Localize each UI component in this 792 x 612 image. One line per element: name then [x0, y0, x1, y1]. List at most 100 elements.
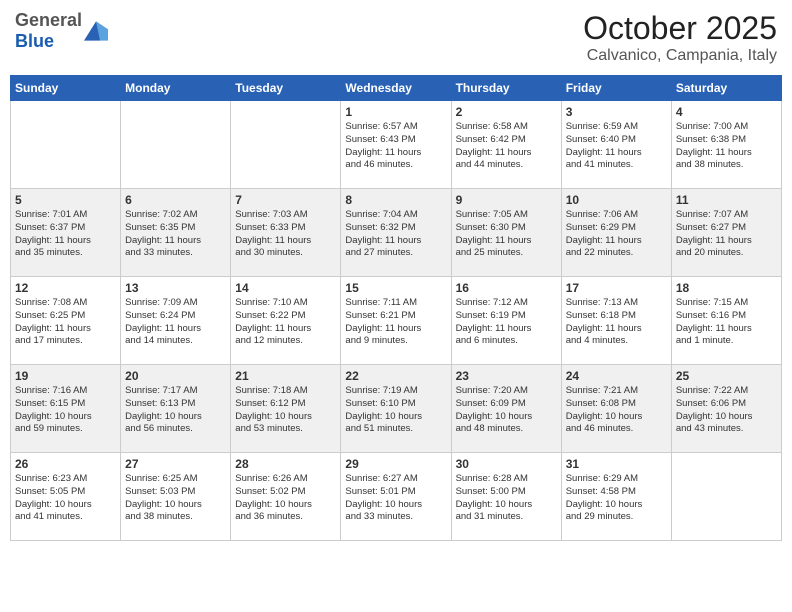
- cell-info: Sunrise: 6:25 AM Sunset: 5:03 PM Dayligh…: [125, 473, 226, 524]
- date-number: 25: [676, 369, 777, 383]
- cell-info: Sunrise: 7:18 AM Sunset: 6:12 PM Dayligh…: [235, 385, 336, 436]
- cell-info: Sunrise: 6:59 AM Sunset: 6:40 PM Dayligh…: [566, 121, 667, 172]
- cell-info: Sunrise: 7:03 AM Sunset: 6:33 PM Dayligh…: [235, 209, 336, 260]
- calendar-cell: 18 Sunrise: 7:15 AM Sunset: 6:16 PM Dayli…: [671, 277, 781, 365]
- cell-info: Sunrise: 6:29 AM Sunset: 4:58 PM Dayligh…: [566, 473, 667, 524]
- calendar-table: SundayMondayTuesdayWednesdayThursdayFrid…: [10, 75, 782, 541]
- date-number: 3: [566, 105, 667, 119]
- cell-info: Sunrise: 7:11 AM Sunset: 6:21 PM Dayligh…: [345, 297, 446, 348]
- day-header-wednesday: Wednesday: [341, 76, 451, 101]
- cell-info: Sunrise: 7:00 AM Sunset: 6:38 PM Dayligh…: [676, 121, 777, 172]
- calendar-cell: 15 Sunrise: 7:11 AM Sunset: 6:21 PM Dayli…: [341, 277, 451, 365]
- date-number: 7: [235, 193, 336, 207]
- calendar-cell: 29 Sunrise: 6:27 AM Sunset: 5:01 PM Dayli…: [341, 453, 451, 541]
- week-row-2: 12 Sunrise: 7:08 AM Sunset: 6:25 PM Dayli…: [11, 277, 782, 365]
- cell-info: Sunrise: 7:02 AM Sunset: 6:35 PM Dayligh…: [125, 209, 226, 260]
- date-number: 17: [566, 281, 667, 295]
- cell-info: Sunrise: 7:15 AM Sunset: 6:16 PM Dayligh…: [676, 297, 777, 348]
- calendar-cell: 20 Sunrise: 7:17 AM Sunset: 6:13 PM Dayli…: [121, 365, 231, 453]
- cell-info: Sunrise: 7:01 AM Sunset: 6:37 PM Dayligh…: [15, 209, 116, 260]
- calendar-header-row: SundayMondayTuesdayWednesdayThursdayFrid…: [11, 76, 782, 101]
- cell-info: Sunrise: 7:04 AM Sunset: 6:32 PM Dayligh…: [345, 209, 446, 260]
- date-number: 12: [15, 281, 116, 295]
- date-number: 31: [566, 457, 667, 471]
- calendar-cell: 14Sunrise: 7:10 AM Sunset: 6:22 PM Dayli…: [231, 277, 341, 365]
- calendar-cell: 7 Sunrise: 7:03 AM Sunset: 6:33 PM Daylig…: [231, 189, 341, 277]
- logo-text: General Blue: [15, 10, 82, 52]
- cell-info: Sunrise: 7:16 AM Sunset: 6:15 PM Dayligh…: [15, 385, 116, 436]
- month-title: October 2025: [583, 10, 777, 47]
- week-row-4: 26 Sunrise: 6:23 AM Sunset: 5:05 PM Dayli…: [11, 453, 782, 541]
- calendar-cell: 28 Sunrise: 6:26 AM Sunset: 5:02 PM Dayli…: [231, 453, 341, 541]
- date-number: 6: [125, 193, 226, 207]
- day-header-thursday: Thursday: [451, 76, 561, 101]
- calendar-cell: 9Sunrise: 7:05 AM Sunset: 6:30 PM Daylig…: [451, 189, 561, 277]
- cell-info: Sunrise: 7:10 AM Sunset: 6:22 PM Dayligh…: [235, 297, 336, 348]
- date-number: 27: [125, 457, 226, 471]
- calendar-cell: 16Sunrise: 7:12 AM Sunset: 6:19 PM Dayli…: [451, 277, 561, 365]
- date-number: 18: [676, 281, 777, 295]
- calendar-cell: 25 Sunrise: 7:22 AM Sunset: 6:06 PM Dayli…: [671, 365, 781, 453]
- date-number: 8: [345, 193, 446, 207]
- cell-info: Sunrise: 7:06 AM Sunset: 6:29 PM Dayligh…: [566, 209, 667, 260]
- calendar-cell: 12 Sunrise: 7:08 AM Sunset: 6:25 PM Dayli…: [11, 277, 121, 365]
- date-number: 11: [676, 193, 777, 207]
- date-number: 26: [15, 457, 116, 471]
- day-header-tuesday: Tuesday: [231, 76, 341, 101]
- calendar-cell: 23 Sunrise: 7:20 AM Sunset: 6:09 PM Dayli…: [451, 365, 561, 453]
- date-number: 10: [566, 193, 667, 207]
- calendar-cell: 13Sunrise: 7:09 AM Sunset: 6:24 PM Dayli…: [121, 277, 231, 365]
- calendar-cell: 30 Sunrise: 6:28 AM Sunset: 5:00 PM Dayli…: [451, 453, 561, 541]
- cell-info: Sunrise: 7:07 AM Sunset: 6:27 PM Dayligh…: [676, 209, 777, 260]
- calendar-cell: 6 Sunrise: 7:02 AM Sunset: 6:35 PM Daylig…: [121, 189, 231, 277]
- calendar-cell: [671, 453, 781, 541]
- day-header-sunday: Sunday: [11, 76, 121, 101]
- calendar-cell: 31 Sunrise: 6:29 AM Sunset: 4:58 PM Dayli…: [561, 453, 671, 541]
- cell-info: Sunrise: 7:09 AM Sunset: 6:24 PM Dayligh…: [125, 297, 226, 348]
- calendar-cell: 11 Sunrise: 7:07 AM Sunset: 6:27 PM Dayli…: [671, 189, 781, 277]
- cell-info: Sunrise: 7:12 AM Sunset: 6:19 PM Dayligh…: [456, 297, 557, 348]
- title-block: October 2025 Calvanico, Campania, Italy: [583, 10, 777, 65]
- calendar-cell: 21 Sunrise: 7:18 AM Sunset: 6:12 PM Dayli…: [231, 365, 341, 453]
- date-number: 9: [456, 193, 557, 207]
- cell-info: Sunrise: 6:26 AM Sunset: 5:02 PM Dayligh…: [235, 473, 336, 524]
- logo-blue: Blue: [15, 31, 54, 51]
- date-number: 20: [125, 369, 226, 383]
- date-number: 28: [235, 457, 336, 471]
- calendar-cell: 3 Sunrise: 6:59 AM Sunset: 6:40 PM Daylig…: [561, 101, 671, 189]
- day-header-saturday: Saturday: [671, 76, 781, 101]
- date-number: 29: [345, 457, 446, 471]
- week-row-1: 5Sunrise: 7:01 AM Sunset: 6:37 PM Daylig…: [11, 189, 782, 277]
- calendar-cell: 26 Sunrise: 6:23 AM Sunset: 5:05 PM Dayli…: [11, 453, 121, 541]
- calendar-cell: 27 Sunrise: 6:25 AM Sunset: 5:03 PM Dayli…: [121, 453, 231, 541]
- cell-info: Sunrise: 7:22 AM Sunset: 6:06 PM Dayligh…: [676, 385, 777, 436]
- calendar-cell: 5Sunrise: 7:01 AM Sunset: 6:37 PM Daylig…: [11, 189, 121, 277]
- cell-info: Sunrise: 6:23 AM Sunset: 5:05 PM Dayligh…: [15, 473, 116, 524]
- calendar-cell: 22 Sunrise: 7:19 AM Sunset: 6:10 PM Dayli…: [341, 365, 451, 453]
- day-header-friday: Friday: [561, 76, 671, 101]
- date-number: 21: [235, 369, 336, 383]
- date-number: 2: [456, 105, 557, 119]
- date-number: 30: [456, 457, 557, 471]
- cell-info: Sunrise: 7:17 AM Sunset: 6:13 PM Dayligh…: [125, 385, 226, 436]
- date-number: 15: [345, 281, 446, 295]
- calendar-cell: 1 Sunrise: 6:57 AM Sunset: 6:43 PM Daylig…: [341, 101, 451, 189]
- calendar-cell: 17 Sunrise: 7:13 AM Sunset: 6:18 PM Dayli…: [561, 277, 671, 365]
- calendar-cell: 2 Sunrise: 6:58 AM Sunset: 6:42 PM Daylig…: [451, 101, 561, 189]
- logo-icon: [84, 21, 108, 41]
- date-number: 23: [456, 369, 557, 383]
- cell-info: Sunrise: 7:13 AM Sunset: 6:18 PM Dayligh…: [566, 297, 667, 348]
- cell-info: Sunrise: 7:08 AM Sunset: 6:25 PM Dayligh…: [15, 297, 116, 348]
- page-header: General Blue October 2025 Calvanico, Cam…: [10, 10, 782, 65]
- cell-info: Sunrise: 7:20 AM Sunset: 6:09 PM Dayligh…: [456, 385, 557, 436]
- date-number: 1: [345, 105, 446, 119]
- cell-info: Sunrise: 6:28 AM Sunset: 5:00 PM Dayligh…: [456, 473, 557, 524]
- cell-info: Sunrise: 6:27 AM Sunset: 5:01 PM Dayligh…: [345, 473, 446, 524]
- date-number: 4: [676, 105, 777, 119]
- cell-info: Sunrise: 7:19 AM Sunset: 6:10 PM Dayligh…: [345, 385, 446, 436]
- cell-info: Sunrise: 7:21 AM Sunset: 6:08 PM Dayligh…: [566, 385, 667, 436]
- date-number: 22: [345, 369, 446, 383]
- cell-info: Sunrise: 6:57 AM Sunset: 6:43 PM Dayligh…: [345, 121, 446, 172]
- cell-info: Sunrise: 6:58 AM Sunset: 6:42 PM Dayligh…: [456, 121, 557, 172]
- date-number: 19: [15, 369, 116, 383]
